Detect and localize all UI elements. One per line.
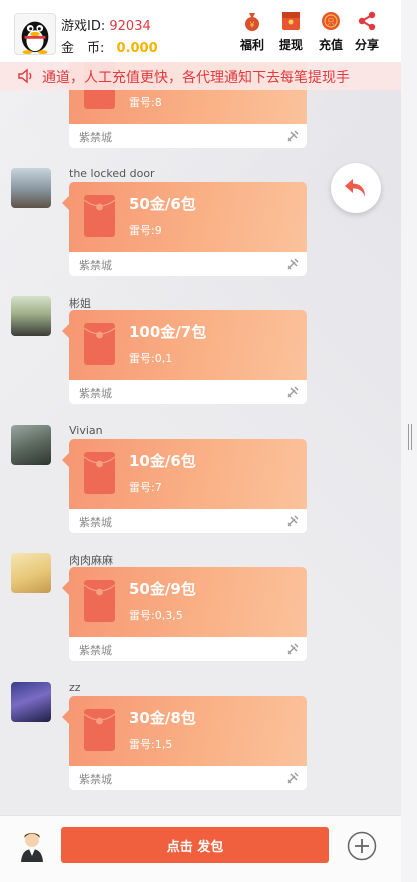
red-packet-card-top[interactable]: 10金/6包雷号:7 — [62, 439, 307, 509]
back-float-button[interactable] — [331, 163, 381, 213]
tools-icon — [287, 386, 299, 398]
red-packet-card-footer: 紫禁城 — [69, 124, 307, 148]
withdraw-envelope-icon — [282, 12, 300, 30]
sender-avatar[interactable] — [11, 296, 51, 336]
red-envelope-icon — [84, 452, 115, 494]
game-id-label: 游戏ID: — [61, 19, 106, 34]
red-envelope-icon — [84, 195, 115, 237]
tools-icon — [287, 130, 299, 142]
sender-avatar[interactable] — [11, 425, 51, 465]
red-packet-card-footer: 紫禁城 — [69, 252, 307, 276]
packet-amount: 50金/6包 — [129, 195, 196, 213]
mine-number: 雷号:9 — [129, 224, 162, 237]
room-name: 紫禁城 — [79, 259, 112, 272]
red-packet-card-footer: 紫禁城 — [69, 637, 307, 661]
recharge-button[interactable]: 只 充值 — [311, 11, 351, 55]
coin-value: 0.000 — [116, 41, 158, 56]
sender-name: Vivian — [69, 424, 103, 437]
red-envelope-icon — [84, 323, 115, 365]
packet-amount: 100金/7包 — [129, 323, 207, 341]
app-header: 游戏ID: 92034 金 币: 0.000 ¥ 福利 提现 只 充值 分享 — [0, 0, 401, 62]
red-packet-card[interactable]: 10金/6包雷号:7 紫禁城 — [62, 439, 307, 533]
mine-number: 雷号:0,1 — [129, 352, 173, 365]
recharge-icon: 只 — [322, 12, 340, 30]
share-label: 分享 — [354, 38, 379, 52]
sender-avatar[interactable] — [11, 168, 51, 208]
plus-icon[interactable] — [347, 831, 377, 861]
red-packet-card[interactable]: 100金/7包雷号:0,1 紫禁城 — [62, 310, 307, 404]
svg-text:只: 只 — [328, 18, 335, 26]
sender-name: zz — [69, 681, 81, 694]
packet-amount: 50金/9包 — [129, 580, 196, 598]
speaker-icon — [18, 68, 32, 84]
red-packet-card-footer: 紫禁城 — [69, 766, 307, 790]
sender-name: the locked door — [69, 167, 155, 180]
game-id-value: 92034 — [109, 19, 151, 34]
red-packet-card-top[interactable]: 50金/6包雷号:9 — [62, 182, 307, 252]
red-packet-card-footer: 紫禁城 — [69, 509, 307, 533]
money-bag-icon: ¥ — [245, 13, 259, 31]
player-avatar-icon[interactable] — [18, 829, 46, 863]
sender-name: 肉肉麻麻 — [69, 554, 113, 567]
tools-icon — [287, 772, 299, 784]
red-packet-card[interactable]: 50金/6包雷号:9 紫禁城 — [62, 182, 307, 276]
room-name: 紫禁城 — [79, 516, 112, 529]
user-avatar[interactable] — [14, 13, 56, 55]
red-packet-card-top[interactable]: 50金/9包雷号:0,3,5 — [62, 567, 307, 637]
withdraw-button[interactable]: 提现 — [271, 11, 311, 55]
room-name: 紫禁城 — [79, 644, 112, 657]
red-packet-card-top[interactable]: 30金/8包雷号:1,5 — [62, 696, 307, 766]
room-name: 紫禁城 — [79, 773, 112, 786]
mine-number: 雷号:7 — [129, 481, 162, 494]
welfare-button[interactable]: ¥ 福利 — [232, 11, 272, 55]
sender-avatar[interactable] — [11, 553, 51, 593]
mine-number: 雷号:0,3,5 — [129, 609, 183, 622]
red-packet-card[interactable]: 50金/9包雷号:0,3,5 紫禁城 — [62, 567, 307, 661]
welfare-label: 福利 — [239, 38, 264, 52]
scrollbar-grip[interactable] — [408, 424, 412, 450]
reply-arrow-icon — [345, 179, 365, 197]
red-packet-card-footer: 紫禁城 — [69, 380, 307, 404]
recharge-label: 充值 — [318, 38, 343, 52]
notice-text: 通道，人工充值更快，各代理通知下去每笔提现手 — [42, 70, 350, 86]
room-name: 紫禁城 — [79, 131, 112, 144]
mine-number: 雷号:8 — [129, 96, 162, 109]
red-envelope-icon — [84, 709, 115, 751]
game-id-row: 游戏ID: 92034 — [61, 15, 151, 34]
coin-label: 金 币: — [61, 41, 105, 56]
notice-marquee: 通道，人工充值更快，各代理通知下去每笔提现手 — [0, 62, 401, 90]
withdraw-label: 提现 — [278, 38, 303, 52]
bottom-bar: 点击 发包 — [0, 815, 401, 882]
sender-name: 彬姐 — [69, 297, 91, 310]
packet-amount: 10金/6包 — [129, 452, 196, 470]
room-name: 紫禁城 — [79, 387, 112, 400]
svg-text:¥: ¥ — [249, 21, 254, 30]
red-packet-card-top[interactable]: 100金/7包雷号:0,1 — [62, 310, 307, 380]
tools-icon — [287, 515, 299, 527]
mine-number: 雷号:1,5 — [129, 738, 173, 751]
send-red-packet-button[interactable]: 点击 发包 — [61, 827, 329, 863]
red-envelope-icon — [84, 580, 115, 622]
sender-avatar[interactable] — [11, 682, 51, 722]
tools-icon — [287, 258, 299, 270]
penguin-avatar-icon — [21, 21, 49, 54]
red-packet-card[interactable]: 30金/8包雷号:1,5 紫禁城 — [62, 696, 307, 790]
packet-amount: 30金/8包 — [129, 709, 196, 727]
tools-icon — [287, 643, 299, 655]
share-icon — [358, 11, 376, 31]
coin-balance-row: 金 币: 0.000 — [61, 37, 158, 56]
share-button[interactable]: 分享 — [347, 11, 387, 55]
